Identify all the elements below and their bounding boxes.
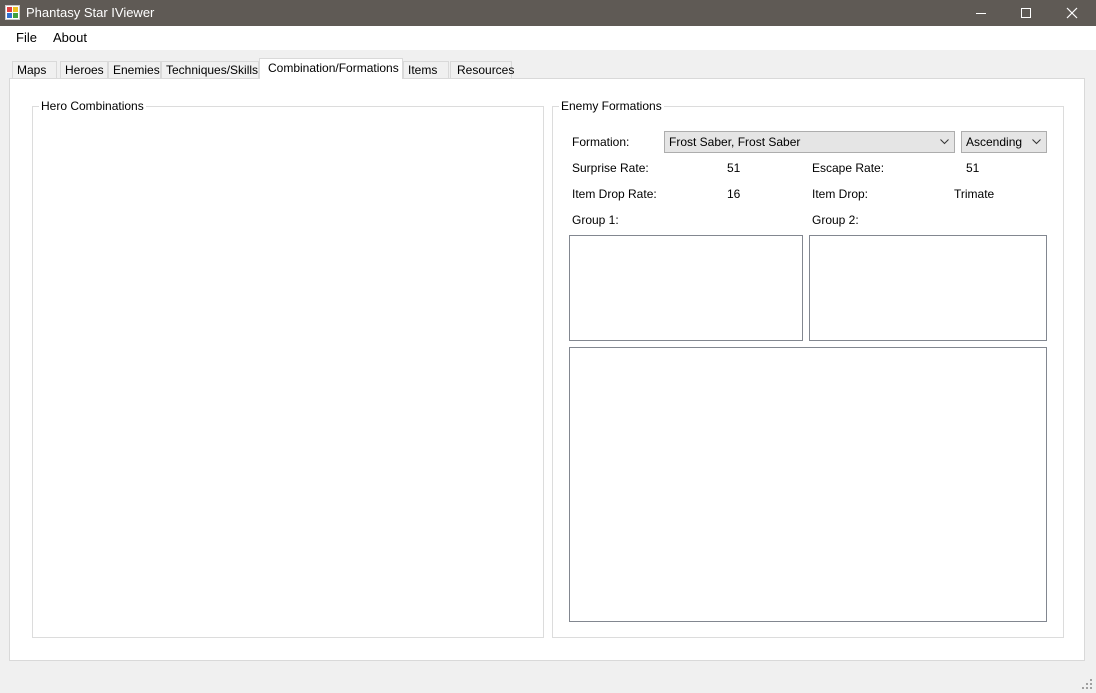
hero-combinations-title: Hero Combinations — [39, 99, 146, 113]
hero-combinations-group — [32, 106, 544, 638]
group2-label: Group 2: — [812, 213, 859, 227]
maximize-button[interactable] — [1003, 0, 1049, 26]
title-bar[interactable] — [0, 0, 1096, 26]
escape-rate-label: Escape Rate: — [812, 161, 885, 175]
item-drop-rate-label: Item Drop Rate: — [572, 187, 657, 201]
group2-list[interactable] — [809, 235, 1047, 341]
sort-order-value: Ascending — [966, 135, 1023, 149]
window-title: Phantasy Star IViewer — [26, 5, 155, 20]
formation-details-panel[interactable] — [569, 347, 1047, 622]
item-drop-label: Item Drop: — [812, 187, 869, 201]
menu-about[interactable]: About — [47, 26, 93, 50]
tab-heroes[interactable]: Heroes — [60, 61, 108, 78]
enemy-formations-title: Enemy Formations — [559, 99, 664, 113]
formation-label: Formation: — [572, 135, 630, 149]
chevron-down-icon — [1032, 139, 1041, 145]
app-icon — [5, 5, 20, 20]
resize-grip-icon[interactable] — [1081, 678, 1093, 690]
tab-techniques-skills[interactable]: Techniques/Skills — [161, 61, 259, 78]
group1-label: Group 1: — [572, 213, 619, 227]
surprise-rate-value: 51 — [727, 161, 741, 175]
minimize-icon — [976, 13, 986, 14]
status-bar — [0, 669, 1096, 693]
formation-select-value: Frost Saber, Frost Saber — [669, 135, 801, 149]
escape-rate-value: 51 — [966, 161, 980, 175]
close-button[interactable] — [1049, 0, 1095, 26]
tab-resources[interactable]: Resources — [450, 61, 514, 78]
tab-items[interactable]: Items — [403, 61, 449, 78]
surprise-rate-label: Surprise Rate: — [572, 161, 649, 175]
minimize-button[interactable] — [958, 0, 1004, 26]
tab-combination-formations[interactable]: Combination/Formations — [259, 58, 403, 79]
sort-order-select[interactable]: Ascending — [961, 131, 1047, 153]
close-icon — [1066, 7, 1078, 19]
item-drop-value: Trimate — [954, 187, 995, 201]
item-drop-rate-value: 16 — [727, 187, 741, 201]
menu-bar — [0, 26, 1096, 50]
menu-file[interactable]: File — [10, 26, 43, 50]
tab-enemies[interactable]: Enemies — [108, 61, 161, 78]
group1-list[interactable] — [569, 235, 803, 341]
maximize-icon — [1021, 8, 1031, 18]
formation-select[interactable]: Frost Saber, Frost Saber — [664, 131, 955, 153]
chevron-down-icon — [940, 139, 949, 145]
tab-maps[interactable]: Maps — [12, 61, 57, 78]
